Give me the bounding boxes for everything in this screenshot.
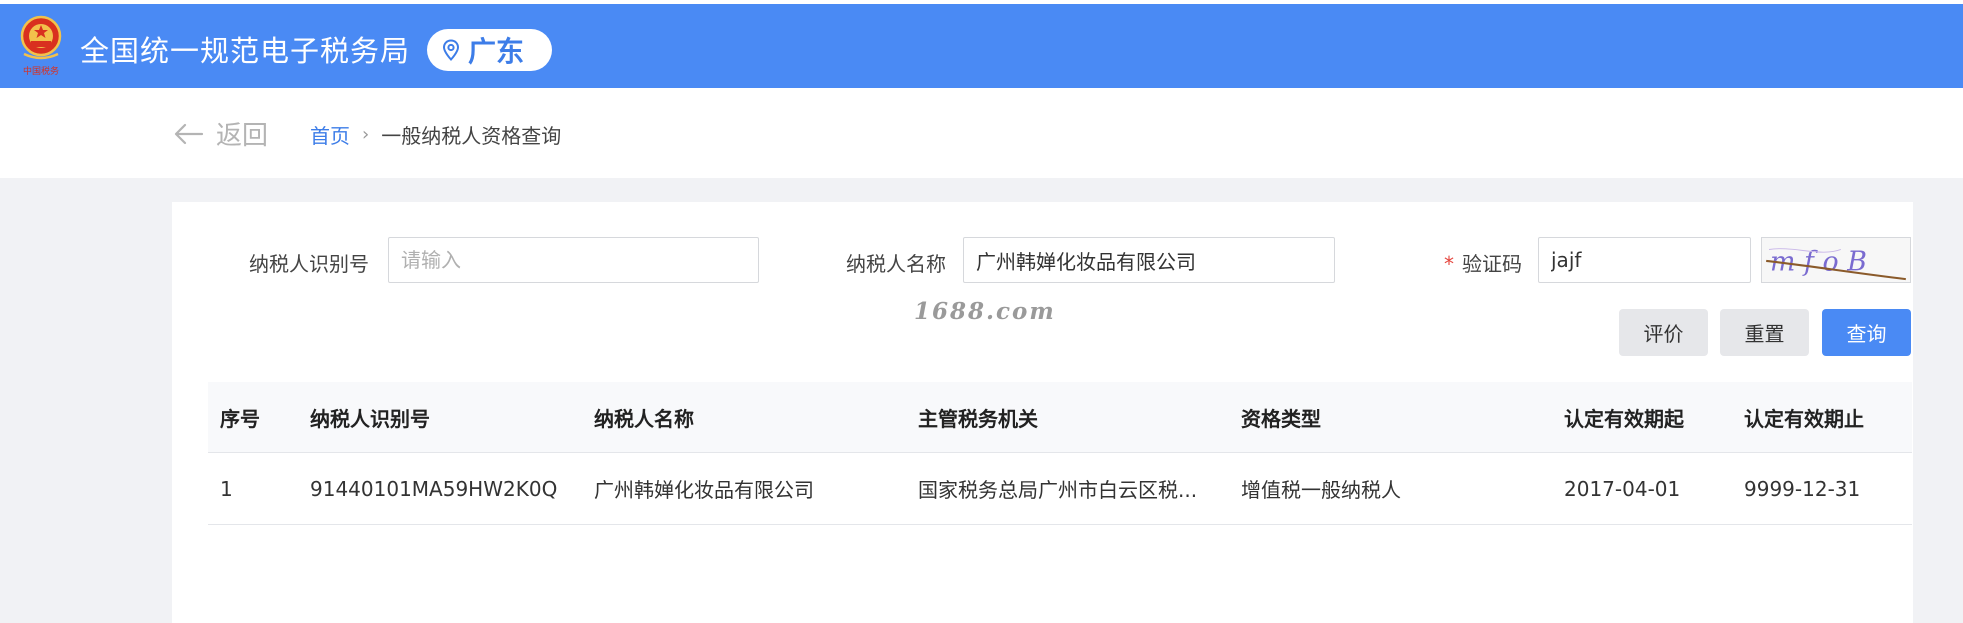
cell-valid-from: 2017-04-01	[1552, 452, 1732, 525]
table-row: 1 91440101MA59HW2K0Q 广州韩婵化妆品有限公司 国家税务总局广…	[208, 452, 1912, 525]
cell-tax-authority: 国家税务总局广州市白云区税...	[906, 452, 1229, 525]
site-title: 全国统一规范电子税务局	[80, 34, 411, 68]
tax-emblem-icon: 中国税务	[20, 15, 62, 77]
evaluate-button[interactable]: 评价	[1619, 309, 1708, 356]
column-header: 纳税人识别号	[298, 382, 582, 453]
cell-taxpayer-name: 广州韩婵化妆品有限公司	[582, 452, 906, 525]
reset-button[interactable]: 重置	[1720, 309, 1809, 356]
column-header: 认定有效期止	[1732, 382, 1912, 453]
taxpayer-id-input[interactable]	[388, 237, 759, 283]
breadcrumb-separator: ›	[362, 124, 370, 145]
breadcrumb-home-link[interactable]: 首页	[310, 120, 350, 149]
region-selector[interactable]: 广东	[427, 29, 552, 71]
site-header: 中国税务 全国统一规范电子税务局 广东	[0, 4, 1963, 88]
watermark: 1688.com	[914, 298, 1056, 325]
region-name: 广东	[468, 35, 525, 68]
captcha-input[interactable]	[1538, 237, 1751, 283]
column-header: 资格类型	[1229, 382, 1552, 453]
captcha-label: * 验证码	[1444, 248, 1522, 277]
column-header: 主管税务机关	[906, 382, 1229, 453]
captcha-image[interactable]: mfoB	[1761, 237, 1911, 283]
column-header: 纳税人名称	[582, 382, 906, 453]
cell-valid-to: 9999-12-31	[1732, 452, 1912, 525]
column-header: 序号	[208, 382, 298, 453]
back-label: 返回	[216, 121, 269, 151]
table-header-row: 序号 纳税人识别号 纳税人名称 主管税务机关 资格类型 认定有效期起 认定有效期…	[208, 382, 1912, 453]
cell-taxpayer-id: 91440101MA59HW2K0Q	[298, 452, 582, 525]
results-table: 序号 纳税人识别号 纳税人名称 主管税务机关 资格类型 认定有效期起 认定有效期…	[208, 382, 1912, 525]
back-button[interactable]: 返回	[174, 115, 268, 152]
breadcrumb: 首页 › 一般纳税人资格查询	[310, 120, 561, 149]
column-header: 认定有效期起	[1552, 382, 1732, 453]
breadcrumb-current: 一般纳税人资格查询	[381, 124, 562, 148]
cell-qualification-type: 增值税一般纳税人	[1229, 452, 1552, 525]
captcha-label-text: 验证码	[1462, 252, 1522, 276]
taxpayer-name-input[interactable]	[963, 237, 1335, 283]
query-card: 纳税人识别号 纳税人名称 * 验证码 mfoB 1688.com 评价 重置 查询…	[172, 202, 1913, 623]
query-button[interactable]: 查询	[1822, 309, 1911, 356]
arrow-left-icon	[174, 123, 204, 144]
taxpayer-name-label: 纳税人名称	[846, 252, 946, 276]
taxpayer-id-label: 纳税人识别号	[249, 252, 369, 276]
emblem-caption: 中国税务	[23, 65, 59, 77]
cell-index: 1	[208, 452, 298, 525]
required-mark: *	[1444, 252, 1454, 276]
breadcrumb-bar: 返回 首页 › 一般纳税人资格查询	[0, 88, 1963, 178]
location-pin-icon	[442, 39, 460, 61]
